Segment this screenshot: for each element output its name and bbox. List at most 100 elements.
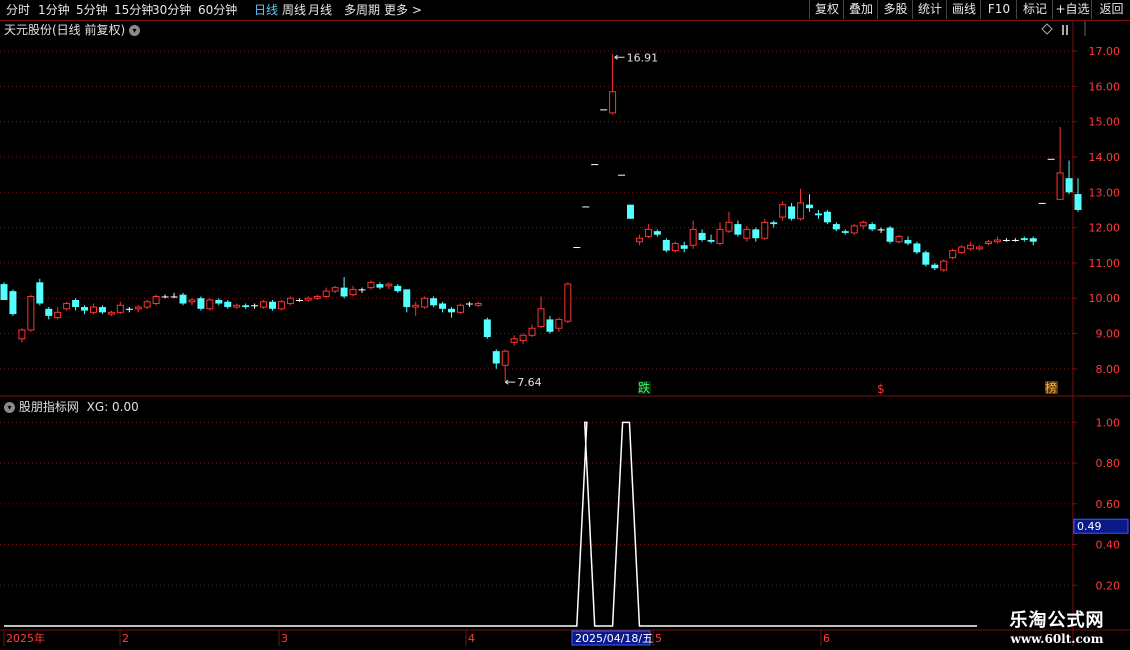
candle-body bbox=[492, 351, 500, 364]
candle bbox=[474, 301, 482, 308]
candle bbox=[546, 315, 554, 334]
price-tick-label: 13.00 bbox=[1089, 186, 1121, 199]
candle bbox=[671, 241, 679, 253]
candle bbox=[993, 236, 1001, 244]
candle-body bbox=[993, 239, 1001, 243]
candle-body bbox=[913, 243, 921, 253]
indicator-title-bar: ▾ 股朋指标网 XG: 0.00 bbox=[4, 398, 139, 414]
candle bbox=[886, 225, 894, 244]
candle bbox=[116, 301, 124, 315]
candle-body bbox=[922, 252, 930, 265]
candle-body bbox=[349, 288, 357, 296]
candle-body bbox=[958, 246, 966, 253]
candle-body bbox=[698, 232, 706, 240]
candle-body bbox=[519, 334, 527, 342]
candle-body bbox=[81, 307, 89, 311]
candle-body bbox=[269, 301, 276, 309]
candle-body bbox=[707, 239, 715, 242]
chevron-down-icon[interactable]: ▾ bbox=[4, 402, 15, 413]
candle-body bbox=[107, 311, 115, 315]
candle bbox=[752, 227, 760, 242]
candle bbox=[689, 220, 697, 249]
candle bbox=[143, 299, 151, 309]
price-tick-label: 12.00 bbox=[1089, 222, 1121, 235]
candle-body bbox=[134, 306, 142, 310]
candle-body bbox=[510, 338, 518, 343]
candle-body bbox=[224, 301, 232, 308]
candle bbox=[635, 234, 643, 246]
marker-die: 跌 bbox=[638, 380, 650, 395]
candle bbox=[859, 220, 867, 230]
candle-body bbox=[242, 305, 250, 308]
candle-body bbox=[546, 319, 554, 332]
candle bbox=[644, 224, 652, 239]
candle bbox=[251, 303, 259, 309]
candle bbox=[260, 299, 268, 309]
candle-body bbox=[36, 282, 44, 304]
candle bbox=[90, 303, 97, 315]
candle bbox=[9, 289, 17, 316]
candle bbox=[421, 296, 429, 309]
candle bbox=[358, 287, 366, 293]
candle bbox=[1020, 236, 1028, 242]
candle bbox=[483, 317, 491, 339]
candle-body bbox=[376, 284, 384, 288]
low-price-label: 7.64 bbox=[517, 376, 542, 389]
candle-body bbox=[743, 228, 751, 239]
candle-body bbox=[985, 241, 992, 245]
price-tick-label: 15.00 bbox=[1089, 116, 1121, 129]
candle bbox=[224, 299, 232, 309]
candle-body bbox=[251, 305, 259, 307]
candle bbox=[1029, 236, 1037, 246]
price-tick-label: 14.00 bbox=[1089, 151, 1121, 164]
candle-body bbox=[689, 228, 697, 246]
candle-body bbox=[9, 291, 17, 315]
candle-body bbox=[90, 306, 97, 313]
candle-body bbox=[600, 109, 608, 111]
low-arrow bbox=[504, 379, 516, 385]
candle bbox=[1074, 178, 1082, 212]
candle bbox=[573, 247, 581, 249]
candle-body bbox=[313, 295, 321, 299]
candle bbox=[913, 241, 921, 255]
candle-body bbox=[814, 213, 822, 216]
candle-body bbox=[582, 206, 590, 208]
chart-area: 17.00 16.00 15.00 14.00 13.00 12.00 11.00 10.00… bbox=[0, 21, 1130, 646]
candle-body bbox=[465, 303, 473, 305]
candle-body bbox=[448, 308, 455, 313]
candle-body bbox=[304, 297, 312, 301]
candle-body bbox=[904, 239, 912, 244]
candle-body bbox=[949, 250, 957, 259]
candle-body bbox=[286, 297, 294, 305]
candle bbox=[376, 282, 384, 290]
candle bbox=[904, 236, 912, 246]
candle bbox=[197, 296, 205, 311]
candle-body bbox=[627, 204, 634, 219]
candle bbox=[779, 201, 787, 221]
candle bbox=[564, 282, 572, 323]
candle-body bbox=[27, 295, 35, 331]
candle bbox=[958, 245, 966, 255]
candle-body bbox=[331, 287, 339, 292]
candle bbox=[850, 224, 858, 235]
candle-body bbox=[788, 206, 796, 219]
candle-body bbox=[940, 260, 948, 271]
indicator-tick-label: 1.00 bbox=[1096, 416, 1121, 429]
candle bbox=[269, 299, 276, 311]
candle bbox=[134, 305, 142, 313]
price-tick-label: 10.00 bbox=[1089, 292, 1121, 305]
candle bbox=[743, 225, 751, 242]
candle bbox=[349, 285, 357, 297]
candle bbox=[81, 305, 89, 315]
candle bbox=[510, 335, 518, 346]
candle bbox=[734, 220, 742, 237]
candle bbox=[215, 298, 223, 306]
candle bbox=[976, 245, 984, 251]
candle bbox=[832, 222, 840, 232]
candle bbox=[940, 259, 948, 272]
candle-body bbox=[1065, 178, 1073, 193]
candle bbox=[322, 287, 330, 299]
candle bbox=[949, 248, 957, 260]
pane-toggle-icon bbox=[1062, 25, 1068, 35]
candle-body bbox=[823, 211, 831, 223]
